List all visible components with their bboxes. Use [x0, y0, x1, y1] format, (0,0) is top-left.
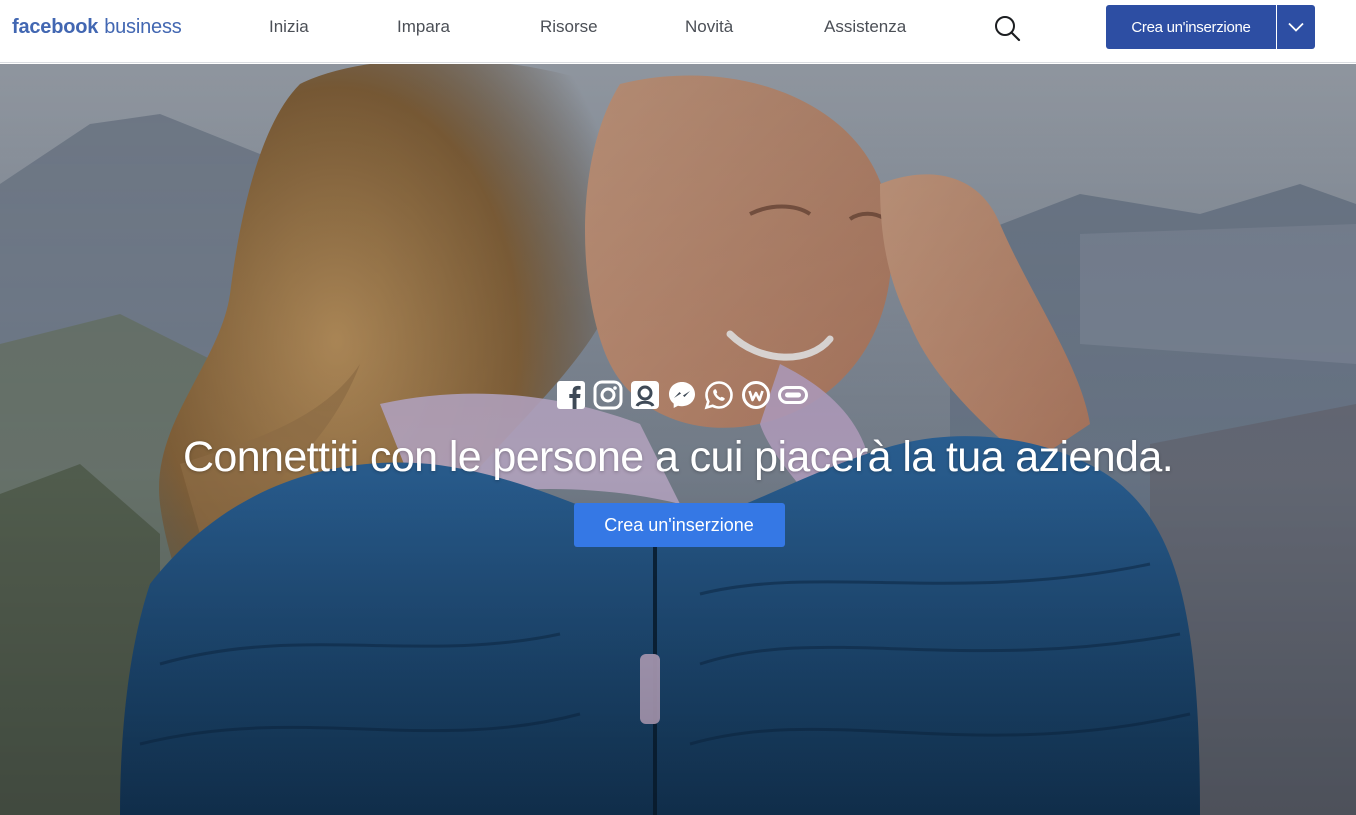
chevron-down-icon — [1288, 22, 1304, 32]
top-navigation: facebook business Inizia Impara Risorse N… — [0, 0, 1356, 63]
search-icon — [995, 16, 1021, 42]
create-ad-button[interactable]: Crea un'inserzione — [1106, 5, 1276, 49]
search-button[interactable] — [990, 12, 1024, 46]
nav-link-impara[interactable]: Impara — [397, 17, 450, 37]
facebook-business-logo[interactable]: facebook business — [12, 15, 182, 39]
create-ad-button-group: Crea un'inserzione — [1106, 5, 1315, 49]
create-ad-dropdown-button[interactable] — [1277, 5, 1315, 49]
whatsapp-icon — [704, 380, 734, 410]
hero-create-ad-button[interactable]: Crea un'inserzione — [573, 503, 785, 547]
hero-section: Connettiti con le persone a cui piacerà … — [0, 64, 1356, 815]
hero-headline: Connettiti con le persone a cui piacerà … — [182, 433, 1174, 481]
messenger-icon — [667, 380, 697, 410]
nav-link-risorse[interactable]: Risorse — [540, 17, 598, 37]
nav-link-assistenza[interactable]: Assistenza — [824, 17, 906, 37]
instagram-icon — [593, 380, 623, 410]
logo-suffix: business — [104, 16, 182, 38]
nav-link-novita[interactable]: Novità — [685, 17, 733, 37]
hero-content: Connettiti con le persone a cui piacerà … — [0, 380, 1356, 547]
facebook-icon — [556, 380, 586, 410]
oculus-icon — [778, 380, 808, 410]
audience-network-icon — [630, 380, 660, 410]
workplace-icon — [741, 380, 771, 410]
platform-icons — [8, 380, 1356, 412]
logo-brand: facebook — [12, 16, 99, 38]
nav-link-inizia[interactable]: Inizia — [269, 17, 309, 37]
button-divider — [1276, 5, 1277, 49]
